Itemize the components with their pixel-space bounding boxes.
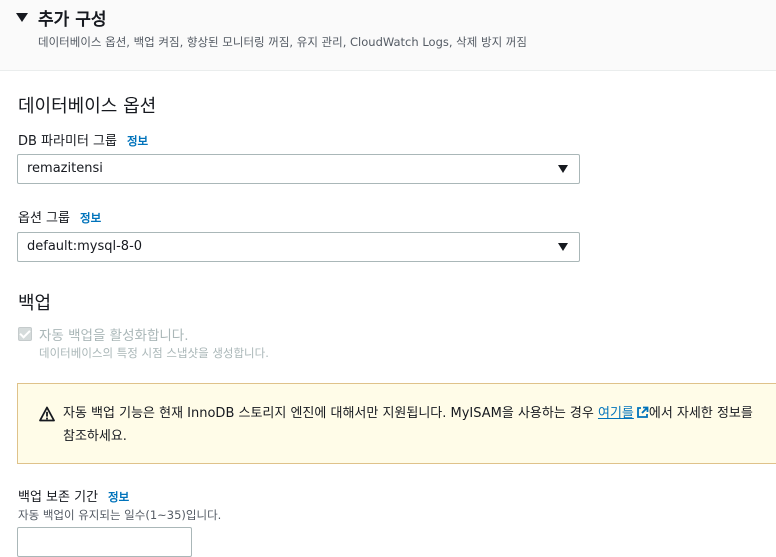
- auto-backup-checkbox[interactable]: [18, 327, 32, 341]
- option-group-select[interactable]: default:mysql-8-0: [17, 232, 580, 262]
- option-group-info-link[interactable]: 정보: [80, 211, 101, 225]
- param-group-selected-value: remazitensi: [27, 161, 103, 176]
- caret-down-icon[interactable]: [16, 13, 28, 22]
- retention-period-select[interactable]: [17, 527, 192, 557]
- backup-title: 백업: [18, 293, 52, 314]
- auto-backup-label[interactable]: 자동 백업을 활성화합니다.: [39, 324, 189, 344]
- param-group-label-text: DB 파라미터 그룹: [18, 134, 117, 149]
- retention-label: 백업 보존 기간 정보: [18, 486, 129, 505]
- retention-description: 자동 백업이 유지되는 일수(1~35)입니다.: [18, 508, 222, 522]
- db-options-title: 데이터베이스 옵션: [18, 96, 157, 117]
- alert-message: 자동 백업 기능은 현재 InnoDB 스토리지 엔진에 대해서만 지원됩니다.…: [63, 402, 763, 448]
- option-group-label-text: 옵션 그룹: [18, 211, 70, 226]
- dropdown-arrow-icon: [558, 243, 568, 251]
- dropdown-arrow-icon: [558, 165, 568, 173]
- param-group-select[interactable]: remazitensi: [17, 154, 580, 184]
- option-group-selected-value: default:mysql-8-0: [27, 239, 143, 254]
- param-group-label: DB 파라미터 그룹 정보: [18, 130, 148, 149]
- auto-backup-description: 데이터베이스의 특정 시점 스냅샷을 생성합니다.: [39, 346, 269, 360]
- warning-icon: [39, 406, 55, 422]
- external-link-icon[interactable]: [636, 406, 649, 419]
- section-header-description: 데이터베이스 옵션, 백업 켜짐, 향상된 모니터링 꺼짐, 유지 관리, Cl…: [38, 35, 527, 49]
- additional-config-header[interactable]: 추가 구성 데이터베이스 옵션, 백업 켜짐, 향상된 모니터링 꺼짐, 유지 …: [0, 0, 776, 71]
- retention-info-link[interactable]: 정보: [108, 490, 129, 504]
- option-group-label: 옵션 그룹 정보: [18, 207, 101, 226]
- section-header-title[interactable]: 추가 구성: [38, 5, 106, 30]
- param-group-info-link[interactable]: 정보: [127, 134, 148, 148]
- alert-text-before: 자동 백업 기능은 현재 InnoDB 스토리지 엔진에 대해서만 지원됩니다.…: [63, 406, 598, 421]
- alert-link[interactable]: 여기를: [598, 406, 634, 421]
- retention-label-text: 백업 보존 기간: [18, 490, 99, 505]
- innodb-warning-alert: 자동 백업 기능은 현재 InnoDB 스토리지 엔진에 대해서만 지원됩니다.…: [17, 383, 776, 464]
